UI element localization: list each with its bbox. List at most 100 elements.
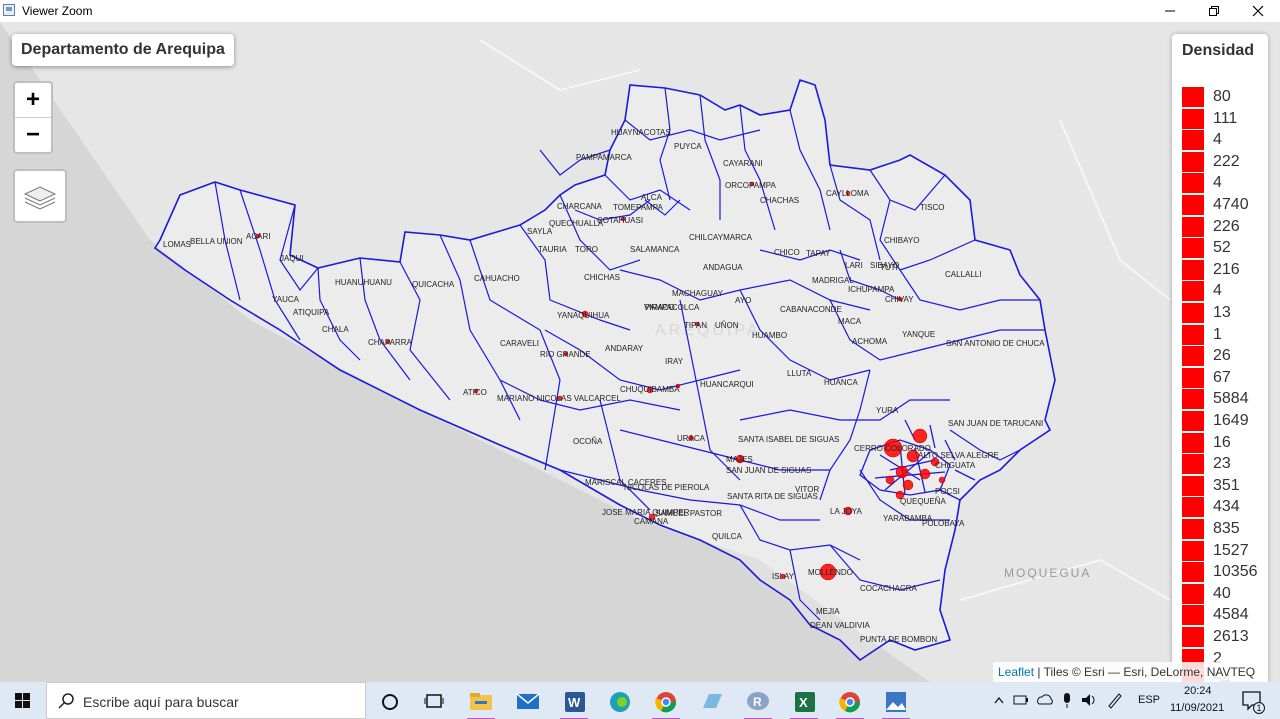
- window-title: Viewer Zoom: [22, 4, 93, 18]
- legend-swatch: [1182, 324, 1204, 345]
- chrome-button[interactable]: [648, 686, 684, 719]
- legend-value: 1649: [1213, 412, 1249, 429]
- district-label: SALAMANCA: [630, 245, 680, 254]
- taskbar: Escribe aquí para buscar W R X ESP 20:24…: [0, 682, 1280, 719]
- excel-button[interactable]: X: [786, 686, 822, 719]
- close-button[interactable]: [1236, 0, 1280, 22]
- district-label: MADRIGAL: [812, 276, 854, 285]
- edge-button[interactable]: [602, 686, 638, 716]
- photos-icon: [886, 692, 906, 712]
- district-label: TAPAY: [806, 249, 831, 258]
- task-view-icon: [424, 694, 444, 708]
- microphone-icon[interactable]: [1060, 682, 1074, 719]
- legend-value: 2613: [1213, 628, 1249, 645]
- chevron-up-icon[interactable]: [992, 682, 1006, 719]
- taskbar-search[interactable]: Escribe aquí para buscar: [46, 682, 366, 719]
- district-label: ATICO: [463, 388, 487, 397]
- mail-icon: [516, 693, 540, 709]
- legend-row: 835: [1182, 519, 1266, 541]
- cloud-icon[interactable]: [1036, 682, 1054, 719]
- svg-text:X: X: [799, 695, 808, 710]
- legend-value: 4: [1213, 174, 1222, 192]
- battery-icon[interactable]: [1012, 682, 1030, 719]
- r-button[interactable]: R: [740, 686, 776, 719]
- district-label: URACA: [677, 434, 706, 443]
- legend-row: 5884: [1182, 389, 1266, 411]
- legend-row: 351: [1182, 475, 1266, 498]
- app-button[interactable]: [694, 686, 730, 716]
- legend-value: 216: [1213, 260, 1240, 278]
- word-button[interactable]: W: [556, 686, 592, 719]
- district-label: TIPAN: [684, 321, 707, 330]
- legend-value: 1: [1213, 325, 1222, 343]
- legend-value: 222: [1213, 152, 1240, 170]
- zoom-in-button[interactable]: +: [15, 83, 51, 118]
- district-label: ACARI: [246, 232, 270, 241]
- legend-swatch: [1182, 346, 1204, 367]
- legend-swatch: [1182, 562, 1204, 583]
- district-label: YANQUE: [902, 330, 935, 339]
- legend-swatch: [1182, 475, 1204, 496]
- density-legend: Densidad 80 111 4 222 4 4740 226 52 216 4 13 1 26 67 5…: [1172, 34, 1268, 682]
- restore-button[interactable]: [1192, 0, 1236, 22]
- legend-row: 1527: [1182, 540, 1266, 563]
- photos-button[interactable]: [878, 686, 914, 719]
- district-label: IRAY: [665, 357, 684, 366]
- clock-time[interactable]: 20:24: [1184, 685, 1212, 697]
- district-label: QUICACHA: [412, 280, 455, 289]
- district-label: COTAHUASI: [597, 216, 643, 225]
- cortana-button[interactable]: [372, 686, 408, 716]
- legend-row: 52: [1182, 238, 1266, 260]
- leaflet-link[interactable]: Leaflet: [998, 665, 1034, 679]
- region-label-moquegua: MOQUEGUA: [1004, 566, 1091, 580]
- district-label: YANAQUIHUA: [557, 311, 610, 320]
- chrome-icon: [839, 692, 861, 713]
- district-label: ANDAGUA: [703, 263, 743, 272]
- district-label: PUYCA: [674, 142, 702, 151]
- chrome-button-2[interactable]: [832, 686, 868, 719]
- map-viewer[interactable]: MOQUEGUA AREQUIPA: [0, 22, 1280, 682]
- zoom-out-button[interactable]: −: [15, 118, 51, 152]
- minimize-button[interactable]: [1148, 0, 1192, 22]
- district-label: OCOÑA: [573, 437, 603, 446]
- district-label: MEJIA: [816, 607, 840, 616]
- district-label: CHILCAYMARCA: [689, 233, 753, 242]
- district-label: ALTO SELVA ALEGRE: [918, 451, 999, 460]
- district-label: CARAVELI: [500, 339, 539, 348]
- district-label: MARIANO NICOLAS VALCARCEL: [497, 394, 621, 403]
- svg-text:R: R: [753, 695, 762, 709]
- task-view-button[interactable]: [416, 686, 452, 716]
- basemap: MOQUEGUA AREQUIPA: [0, 22, 1171, 682]
- speaker-icon[interactable]: [1080, 682, 1098, 719]
- legend-swatch: [1182, 627, 1204, 647]
- chrome-icon: [655, 692, 677, 713]
- district-label: ORCOPAMPA: [725, 181, 776, 190]
- district-label: CABANACONDE: [780, 305, 842, 314]
- legend-value: 67: [1213, 368, 1231, 386]
- district-label: JAQUI: [280, 254, 304, 263]
- legend-row: 80: [1182, 87, 1266, 109]
- district-label: CAYLLOMA: [826, 189, 870, 198]
- district-label: ATIQUIPA: [293, 308, 330, 317]
- district-label: QUILCA: [712, 532, 742, 541]
- search-placeholder: Escribe aquí para buscar: [83, 694, 239, 710]
- legend-row: 4: [1182, 281, 1266, 303]
- language-indicator[interactable]: ESP: [1138, 694, 1160, 706]
- district-label: CHAPARRA: [368, 338, 413, 347]
- legend-row: 222: [1182, 151, 1266, 174]
- map-attribution: Leaflet | Tiles © Esri — Esri, DeLorme, …: [993, 662, 1261, 682]
- legend-row: 434: [1182, 497, 1266, 519]
- clock-date[interactable]: 11/09/2021: [1170, 702, 1224, 714]
- legend-value: 40: [1213, 584, 1231, 602]
- pen-icon[interactable]: [1106, 682, 1124, 719]
- file-explorer-button[interactable]: [463, 686, 499, 719]
- layers-button[interactable]: [13, 169, 67, 223]
- legend-value: 16: [1213, 433, 1231, 451]
- district-label: CHICO: [774, 248, 800, 257]
- legend-row: 1: [1182, 324, 1266, 347]
- legend-swatch: [1182, 497, 1204, 518]
- district-label: CHARCANA: [557, 202, 603, 211]
- district-label: MOLLENDO: [808, 568, 853, 577]
- mail-button[interactable]: [510, 686, 546, 716]
- start-button[interactable]: [0, 682, 46, 719]
